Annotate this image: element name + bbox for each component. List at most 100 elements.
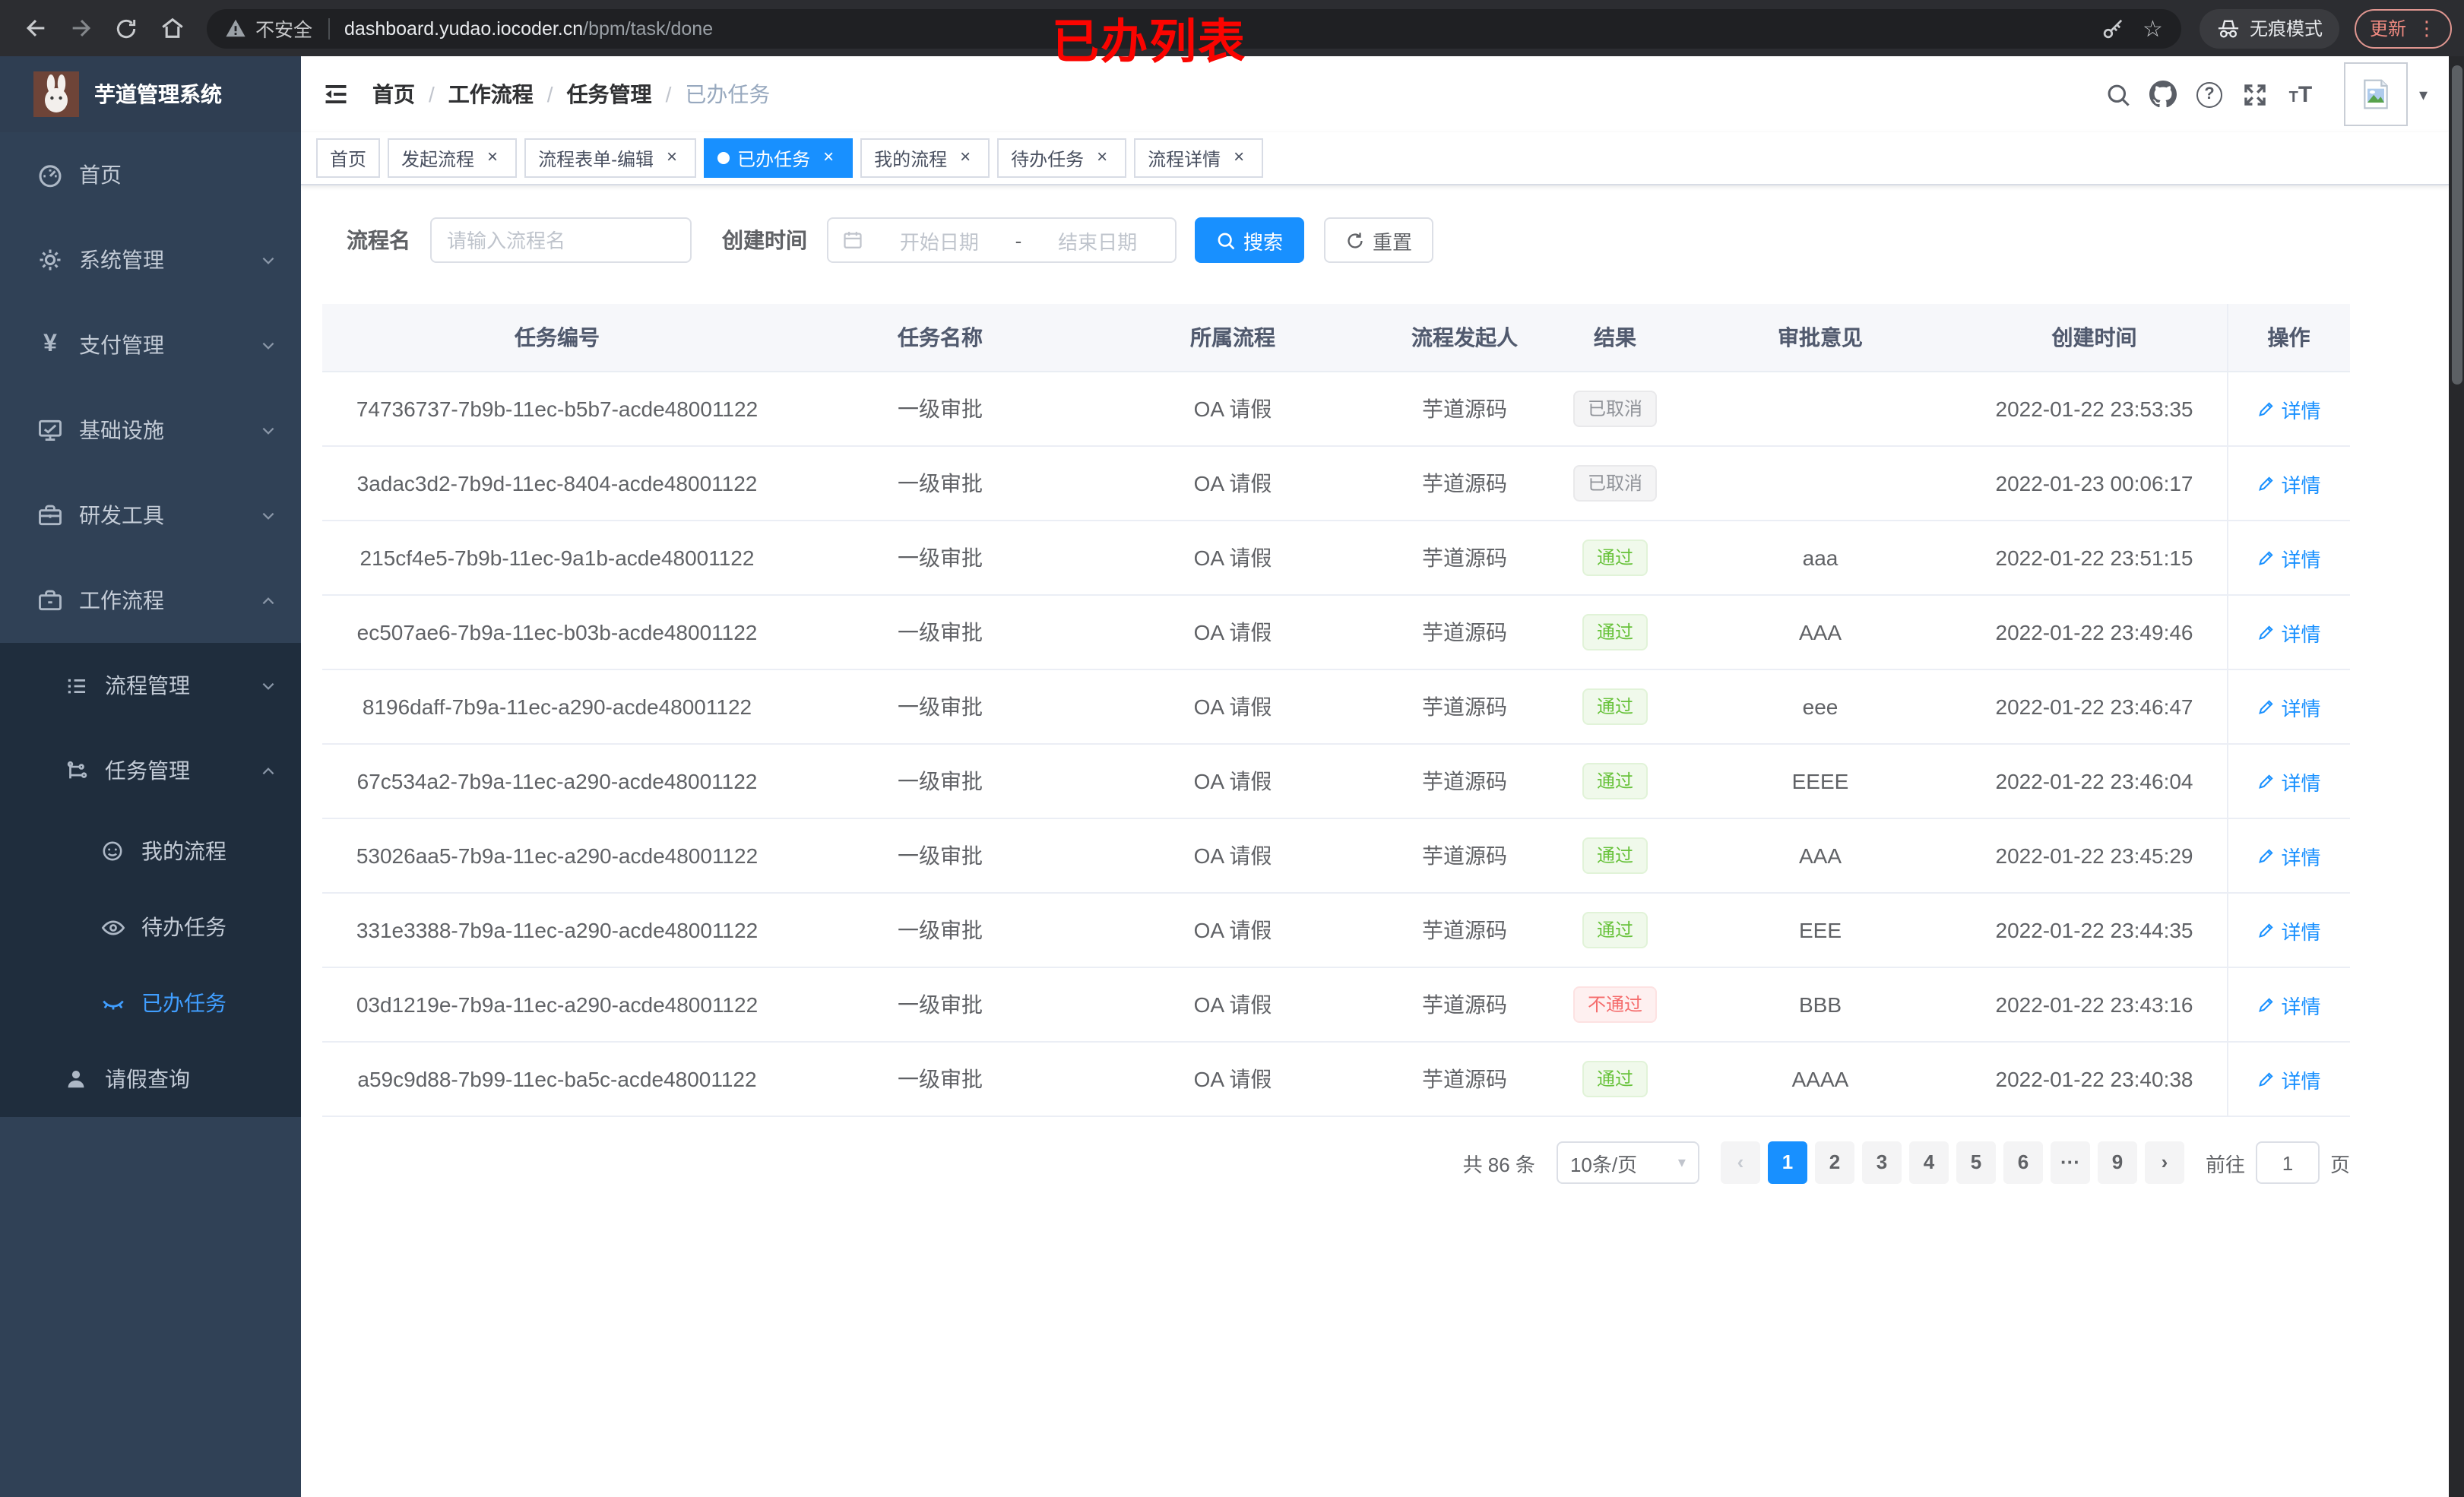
saved-password-key-icon[interactable] — [2100, 16, 2124, 40]
browser-menu-dots-icon[interactable]: ⋮ — [2417, 16, 2437, 40]
tab-todo-task[interactable]: 待办任务 × — [997, 138, 1127, 178]
tab-form-edit[interactable]: 流程表单-编辑 × — [524, 138, 697, 178]
page-button-3[interactable]: 3 — [1861, 1141, 1902, 1184]
detail-link[interactable]: 详情 — [2257, 841, 2321, 870]
sidebar-item-my-process[interactable]: 我的流程 — [0, 813, 301, 889]
page-button-2[interactable]: 2 — [1814, 1141, 1854, 1184]
detail-link[interactable]: 详情 — [2257, 692, 2321, 721]
sidebar-item-process-mgmt[interactable]: 流程管理 — [0, 643, 301, 728]
cell-actions: 详情 — [2226, 967, 2350, 1043]
cell-actions: 详情 — [2226, 372, 2350, 447]
search-icon[interactable] — [2095, 71, 2141, 117]
cell-starter: 芋道源码 — [1377, 967, 1552, 1043]
page-button-4[interactable]: 4 — [1908, 1141, 1949, 1184]
help-icon[interactable]: ? — [2187, 71, 2232, 117]
breadcrumb-workflow[interactable]: 工作流程 — [448, 79, 534, 109]
breadcrumb-home[interactable]: 首页 — [372, 79, 415, 109]
sidebar-item-infrastructure[interactable]: 基础设施 — [0, 388, 301, 473]
app-logo-row[interactable]: 芋道管理系统 — [0, 56, 301, 132]
detail-link[interactable]: 详情 — [2257, 767, 2321, 796]
tab-done-task[interactable]: 已办任务 × — [704, 138, 854, 178]
sidebar-item-system[interactable]: 系统管理 — [0, 217, 301, 302]
next-page-button[interactable]: › — [2144, 1141, 2184, 1184]
github-icon[interactable] — [2141, 71, 2187, 117]
close-icon[interactable]: × — [1228, 147, 1249, 169]
sidebar-item-done-task[interactable]: 已办任务 — [0, 965, 301, 1041]
sidebar-item-workflow[interactable]: 工作流程 — [0, 558, 301, 643]
tab-home[interactable]: 首页 — [316, 138, 381, 178]
sidebar-item-devtools[interactable]: 研发工具 — [0, 473, 301, 558]
detail-link[interactable]: 详情 — [2257, 394, 2321, 423]
page-button-1[interactable]: 1 — [1767, 1141, 1807, 1184]
detail-link[interactable]: 详情 — [2257, 916, 2321, 945]
cell-task-id: 3adac3d2-7b9d-11ec-8404-acde48001122 — [322, 446, 792, 521]
scrollbar-thumb[interactable] — [2451, 65, 2462, 385]
cell-task-name: 一级审批 — [792, 967, 1088, 1043]
cell-task-id: 03d1219e-7b9a-11ec-a290-acde48001122 — [322, 967, 792, 1043]
reset-button[interactable]: 重置 — [1324, 217, 1434, 263]
cell-process: OA 请假 — [1088, 1042, 1377, 1117]
sidebar-item-home[interactable]: 首页 — [0, 132, 301, 217]
detail-link[interactable]: 详情 — [2257, 990, 2321, 1019]
close-icon[interactable]: × — [818, 147, 839, 169]
browser-update-button[interactable]: 更新 ⋮ — [2354, 8, 2452, 48]
table-row: 215cf4e5-7b9b-11ec-9a1b-acde48001122 一级审… — [322, 521, 2350, 596]
status-badge: 通过 — [1582, 837, 1647, 874]
date-range-picker[interactable]: 开始日期 - 结束日期 — [827, 217, 1177, 263]
cell-starter: 芋道源码 — [1377, 818, 1552, 894]
cell-comment: EEE — [1678, 893, 1962, 968]
cell-created: 2022-01-22 23:51:15 — [1962, 521, 2227, 596]
page-button-9[interactable]: 9 — [2097, 1141, 2137, 1184]
col-task-id: 任务编号 — [322, 304, 792, 372]
cell-actions: 详情 — [2226, 1042, 2350, 1117]
page-scrollbar[interactable] — [2449, 56, 2464, 1497]
detail-link[interactable]: 详情 — [2257, 1065, 2321, 1093]
incognito-badge[interactable]: 无痕模式 — [2199, 8, 2339, 48]
browser-forward-icon[interactable] — [61, 8, 100, 48]
sidebar-item-payment[interactable]: ¥ 支付管理 — [0, 302, 301, 388]
goto-page-input[interactable] — [2255, 1141, 2320, 1184]
status-badge: 通过 — [1582, 614, 1647, 650]
browser-reload-icon[interactable] — [106, 8, 146, 48]
cell-result: 已取消 — [1552, 446, 1678, 521]
page-button-6[interactable]: 6 — [2003, 1141, 2043, 1184]
fullscreen-icon[interactable] — [2232, 71, 2278, 117]
close-icon[interactable]: × — [1091, 147, 1113, 169]
avatar-caret-icon[interactable]: ▾ — [2419, 84, 2428, 104]
close-icon[interactable]: × — [661, 147, 683, 169]
sidebar-collapse-icon[interactable] — [322, 81, 350, 108]
detail-link[interactable]: 详情 — [2257, 618, 2321, 647]
detail-link[interactable]: 详情 — [2257, 543, 2321, 572]
breadcrumb-task-mgmt[interactable]: 任务管理 — [567, 79, 652, 109]
sidebar-item-todo-task[interactable]: 待办任务 — [0, 889, 301, 965]
close-icon[interactable]: × — [955, 147, 976, 169]
pages-ellipsis[interactable]: ··· — [2050, 1141, 2090, 1184]
toolbox-icon — [35, 502, 65, 529]
detail-link[interactable]: 详情 — [2257, 469, 2321, 498]
eye-open-icon — [97, 914, 128, 940]
sidebar-item-leave-query[interactable]: 请假查询 — [0, 1041, 301, 1117]
cell-process: OA 请假 — [1088, 744, 1377, 819]
close-icon[interactable]: × — [482, 147, 503, 169]
tab-start-process[interactable]: 发起流程 × — [388, 138, 518, 178]
avatar[interactable] — [2344, 62, 2409, 126]
browser-back-icon[interactable] — [15, 8, 55, 48]
chevron-down-icon — [260, 252, 277, 268]
cell-actions: 详情 — [2226, 595, 2350, 670]
cell-comment — [1678, 446, 1962, 521]
font-size-icon[interactable]: TT — [2278, 71, 2323, 117]
page-size-select[interactable]: 10条/页 ▾ — [1556, 1141, 1699, 1184]
page-button-5[interactable]: 5 — [1956, 1141, 1996, 1184]
tab-my-process[interactable]: 我的流程 × — [860, 138, 990, 178]
filter-form: 流程名 创建时间 开始日期 - 结束日期 搜索 重置 — [322, 216, 2428, 264]
prev-page-button[interactable]: ‹ — [1720, 1141, 1760, 1184]
not-secure-warning-icon[interactable] — [225, 18, 246, 38]
browser-home-icon[interactable] — [152, 8, 192, 48]
create-time-label: 创建时间 — [722, 228, 807, 252]
app-title: 芋道管理系统 — [94, 82, 222, 106]
process-name-input[interactable] — [430, 217, 692, 263]
sidebar-item-task-mgmt[interactable]: 任务管理 — [0, 728, 301, 813]
search-button[interactable]: 搜索 — [1195, 217, 1305, 263]
tab-process-detail[interactable]: 流程详情 × — [1134, 138, 1264, 178]
bookmark-star-icon[interactable]: ☆ — [2143, 14, 2163, 42]
